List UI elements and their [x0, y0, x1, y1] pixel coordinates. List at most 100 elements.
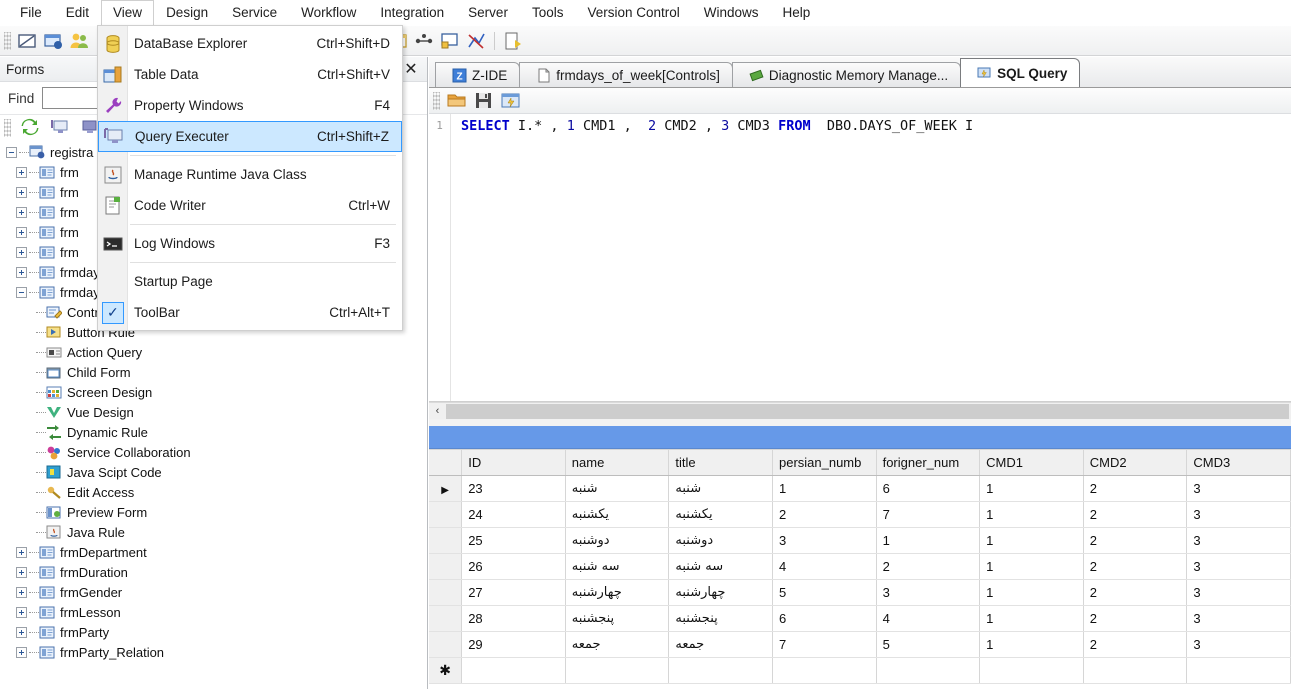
table-row[interactable]: 29 جمعه جمعه 7 5 1 2 3	[429, 631, 1291, 658]
grid-cell-CMD2[interactable]: 2	[1083, 605, 1188, 632]
chart-icon[interactable]	[465, 30, 487, 52]
row-selector[interactable]	[429, 501, 463, 528]
grid-cell-forigner_num[interactable]: 5	[876, 631, 981, 658]
grid-cell-name[interactable]: یکشنبه	[565, 501, 670, 528]
grid-cell-CMD2[interactable]: 2	[1083, 553, 1188, 580]
grid-column-header[interactable]: forigner_num	[876, 449, 981, 476]
open-folder-icon[interactable]	[446, 90, 467, 111]
grid-cell-persian_numb[interactable]: 3	[772, 527, 877, 554]
grid-cell-CMD2[interactable]: 2	[1083, 475, 1188, 502]
grid-cell-ID[interactable]: 26	[461, 553, 566, 580]
connections-icon[interactable]	[413, 30, 435, 52]
refresh-icon[interactable]	[20, 117, 42, 139]
close-icon[interactable]: ✕	[401, 59, 421, 79]
menu-item-query-executer[interactable]: Query Executer Ctrl+Shift+Z	[98, 121, 402, 152]
grid-cell-persian_numb[interactable]: 2	[772, 501, 877, 528]
table-row[interactable]: 24 یکشنبه یکشنبه 2 7 1 2 3	[429, 501, 1291, 528]
grid-column-header[interactable]: name	[565, 449, 670, 476]
new-window-icon[interactable]	[16, 30, 38, 52]
grid-cell-forigner_num[interactable]: 6	[876, 475, 981, 502]
new-row-cell-forigner_num[interactable]	[876, 657, 981, 684]
tab-z-ide[interactable]: Z Z-IDE	[435, 62, 521, 87]
collapse-toggle-icon[interactable]	[16, 286, 27, 298]
grid-cell-persian_numb[interactable]: 4	[772, 553, 877, 580]
grid-cell-CMD1[interactable]: 1	[979, 631, 1084, 658]
tree-item-screen-design[interactable]: Screen Design	[0, 382, 426, 402]
tab-frmdays-of-week-controls[interactable]: frmdays_of_week[Controls]	[519, 62, 733, 87]
tree-item-java-scipt-code[interactable]: Java Scipt Code	[0, 462, 426, 482]
menu-item-property-windows[interactable]: Property Windows F4	[98, 90, 402, 121]
expand-toggle-icon[interactable]	[16, 266, 27, 278]
scroll-left-arrow-icon[interactable]: ‹	[429, 403, 446, 420]
tree-item-edit-access[interactable]: Edit Access	[0, 482, 426, 502]
grid-cell-forigner_num[interactable]: 4	[876, 605, 981, 632]
grid-cell-CMD3[interactable]: 3	[1186, 527, 1291, 554]
grid-cell-ID[interactable]: 25	[461, 527, 566, 554]
menu-item-database-explorer[interactable]: DataBase Explorer Ctrl+Shift+D	[98, 28, 402, 59]
expand-toggle-icon[interactable]	[16, 586, 27, 598]
grid-cell-title[interactable]: پنجشنبه	[668, 605, 773, 632]
table-row[interactable]: 26 سه شنبه سه شنبه 4 2 1 2 3	[429, 553, 1291, 580]
expand-toggle-icon[interactable]	[16, 226, 27, 238]
grid-column-header[interactable]: CMD3	[1186, 449, 1291, 476]
tree-item-java-rule[interactable]: Java Rule	[0, 522, 426, 542]
menu-item-log-windows[interactable]: Log Windows F3	[98, 228, 402, 259]
grid-cell-CMD1[interactable]: 1	[979, 579, 1084, 606]
tree-item-dynamic-rule[interactable]: Dynamic Rule	[0, 422, 426, 442]
grid-column-header[interactable]: CMD2	[1083, 449, 1188, 476]
new-form-icon[interactable]	[42, 30, 64, 52]
grid-cell-title[interactable]: شنبه	[668, 475, 773, 502]
grid-column-header[interactable]: title	[668, 449, 773, 476]
menu-windows[interactable]: Windows	[692, 0, 771, 26]
new-row-selector[interactable]: ✱	[429, 657, 463, 684]
grid-cell-title[interactable]: چهارشنبه	[668, 579, 773, 606]
scrollbar-thumb[interactable]	[446, 403, 1289, 419]
menu-workflow[interactable]: Workflow	[289, 0, 368, 26]
row-selector[interactable]	[429, 605, 463, 632]
tab-sql-query[interactable]: SQL Query	[960, 58, 1081, 87]
sql-toolbar-grip[interactable]	[433, 91, 440, 110]
menu-help[interactable]: Help	[771, 0, 823, 26]
menu-tools[interactable]: Tools	[520, 0, 576, 26]
grid-cell-CMD3[interactable]: 3	[1186, 553, 1291, 580]
menu-server[interactable]: Server	[456, 0, 520, 26]
new-row[interactable]: ✱	[429, 657, 1291, 684]
grid-cell-CMD2[interactable]: 2	[1083, 501, 1188, 528]
tree-item-frmduration[interactable]: frmDuration	[0, 562, 426, 582]
grid-cell-forigner_num[interactable]: 3	[876, 579, 981, 606]
new-row-cell-CMD1[interactable]	[979, 657, 1084, 684]
toolbar-grip[interactable]	[4, 31, 11, 50]
new-row-cell-CMD2[interactable]	[1083, 657, 1188, 684]
menu-service[interactable]: Service	[220, 0, 289, 26]
grid-cell-persian_numb[interactable]: 6	[772, 605, 877, 632]
sql-code-editor[interactable]: 1 SELECT I.* , 1 CMD1 , 2 CMD2 , 3 CMD3 …	[429, 114, 1291, 402]
menu-design[interactable]: Design	[154, 0, 220, 26]
tree-item-frmparty[interactable]: frmParty	[0, 622, 426, 642]
tree-item-vue-design[interactable]: Vue Design	[0, 402, 426, 422]
tab-diagnostic-memory-manage[interactable]: Diagnostic Memory Manage...	[731, 62, 962, 87]
new-row-cell-persian_numb[interactable]	[772, 657, 877, 684]
menu-edit[interactable]: Edit	[54, 0, 101, 26]
tree-item-frmparty-relation[interactable]: frmParty_Relation	[0, 642, 426, 662]
table-row[interactable]: 27 چهارشنبه چهارشنبه 5 3 1 2 3	[429, 579, 1291, 606]
tree-item-preview-form[interactable]: Preview Form	[0, 502, 426, 522]
tree-toolbar-grip[interactable]	[4, 119, 11, 137]
new-row-cell-title[interactable]	[668, 657, 773, 684]
tree-item-frmdepartment[interactable]: frmDepartment	[0, 542, 426, 562]
view-menu-popup[interactable]: DataBase Explorer Ctrl+Shift+D Table Data C…	[97, 25, 403, 331]
code-horizontal-scrollbar[interactable]: ‹	[429, 402, 1291, 419]
grid-cell-persian_numb[interactable]: 5	[772, 579, 877, 606]
menu-item-manage-runtime-java-class[interactable]: Manage Runtime Java Class	[98, 159, 402, 190]
row-selector[interactable]: ▶	[429, 475, 463, 502]
save-icon[interactable]	[473, 90, 494, 111]
grid-cell-name[interactable]: دوشنبه	[565, 527, 670, 554]
table-row[interactable]: ▶ 23 شنبه شنبه 1 6 1 2 3	[429, 475, 1291, 502]
expand-toggle-icon[interactable]	[16, 546, 27, 558]
grid-cell-title[interactable]: یکشنبه	[668, 501, 773, 528]
grid-cell-CMD3[interactable]: 3	[1186, 579, 1291, 606]
grid-cell-CMD3[interactable]: 3	[1186, 605, 1291, 632]
grid-column-header[interactable]: persian_numb	[772, 449, 877, 476]
users-icon[interactable]	[68, 30, 90, 52]
grid-cell-CMD2[interactable]: 2	[1083, 579, 1188, 606]
expand-toggle-icon[interactable]	[16, 206, 27, 218]
